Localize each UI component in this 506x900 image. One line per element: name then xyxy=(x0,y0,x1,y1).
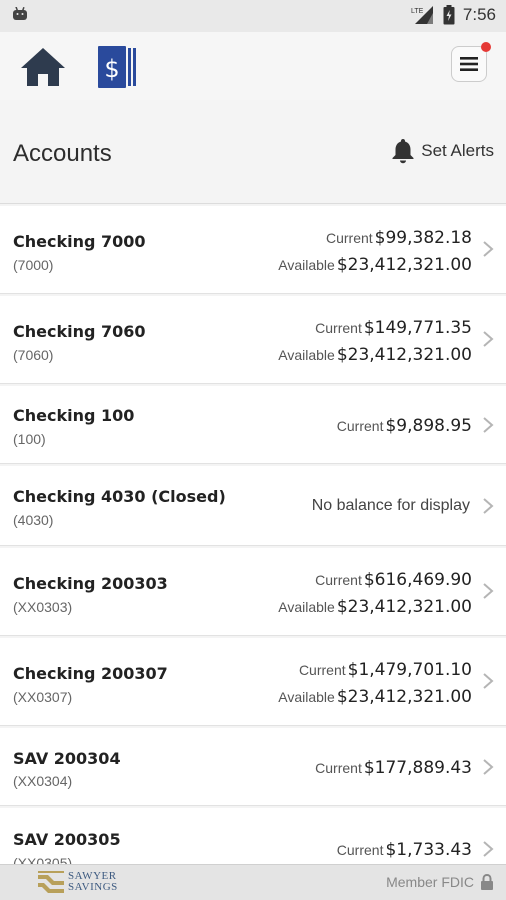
battery-icon xyxy=(443,5,455,25)
account-name: SAV 200304 xyxy=(13,749,121,768)
account-number: (XX0305) xyxy=(13,855,73,864)
current-balance: Current $9,898.95 xyxy=(336,416,472,436)
account-name: Checking 7000 xyxy=(13,232,146,251)
current-balance: Current $1,733.43 xyxy=(336,840,472,860)
account-name: Checking 100 xyxy=(13,406,135,425)
chevron-right-icon xyxy=(483,841,494,857)
svg-text:LTE: LTE xyxy=(411,8,424,15)
set-alerts-button[interactable]: Set Alerts xyxy=(391,138,494,164)
chevron-right-icon xyxy=(483,759,494,775)
current-balance: Current $1,479,701.10 xyxy=(298,660,472,680)
menu-button[interactable] xyxy=(451,42,491,82)
status-bar: LTE 7:56 xyxy=(0,0,506,32)
account-row[interactable]: Checking 4030 (Closed) (4030) No balance… xyxy=(0,466,506,546)
current-balance: Current $99,382.18 xyxy=(325,228,472,248)
account-number: (100) xyxy=(13,431,46,447)
chevron-right-icon xyxy=(483,498,494,514)
available-balance: Available $23,412,321.00 xyxy=(278,345,472,365)
current-balance: Current $177,889.43 xyxy=(315,758,472,778)
member-fdic: Member FDIC xyxy=(386,874,494,890)
account-row[interactable]: Checking 200307 (XX0307) Current $1,479,… xyxy=(0,638,506,726)
account-number: (7000) xyxy=(13,257,54,273)
current-balance: Current $149,771.35 xyxy=(315,318,472,338)
sawyer-savings-logo: SAWYER SAVINGS xyxy=(38,871,118,893)
lock-icon xyxy=(481,874,493,890)
chevron-right-icon xyxy=(483,673,494,689)
account-row[interactable]: SAV 200304 (XX0304) Current $177,889.43 xyxy=(0,728,506,806)
account-row[interactable]: SAV 200305 (XX0305) Current $1,733.43 xyxy=(0,808,506,864)
notification-badge xyxy=(481,42,491,52)
account-name: SAV 200305 xyxy=(13,830,121,849)
account-name: Checking 200303 xyxy=(13,574,168,593)
current-balance: Current $616,469.90 xyxy=(315,570,472,590)
top-nav: $ xyxy=(0,32,506,100)
account-number: (XX0307) xyxy=(13,689,73,705)
bell-icon xyxy=(392,139,414,164)
chevron-right-icon xyxy=(483,583,494,599)
home-icon[interactable] xyxy=(20,46,66,88)
account-number: (XX0304) xyxy=(13,773,73,789)
android-icon xyxy=(13,7,27,20)
member-fdic-label: Member FDIC xyxy=(386,874,474,890)
page-title: Accounts xyxy=(13,140,112,167)
account-number: (XX0303) xyxy=(13,599,73,615)
account-number: (7060) xyxy=(13,347,54,363)
account-name: Checking 7060 xyxy=(13,322,146,341)
clock: 7:56 xyxy=(462,5,496,24)
no-balance-text: No balance for display xyxy=(311,497,470,514)
available-balance: Available $23,412,321.00 xyxy=(278,597,472,617)
available-balance: Available $23,412,321.00 xyxy=(278,255,472,275)
account-name: Checking 200307 xyxy=(13,664,168,683)
accounts-header: Accounts Set Alerts xyxy=(0,100,506,204)
available-balance: Available $23,412,321.00 xyxy=(278,687,472,707)
footer: SAWYER SAVINGS Member FDIC xyxy=(0,864,506,900)
chevron-right-icon xyxy=(483,417,494,433)
chevron-right-icon xyxy=(483,331,494,347)
account-number: (4030) xyxy=(13,512,54,528)
account-row[interactable]: Checking 100 (100) Current $9,898.95 xyxy=(0,386,506,464)
accounts-dollar-icon[interactable]: $ xyxy=(98,46,136,88)
account-row[interactable]: Checking 7000 (7000) Current $99,382.18 … xyxy=(0,206,506,294)
logo-mark-icon xyxy=(38,871,64,893)
account-name: Checking 4030 (Closed) xyxy=(13,487,226,506)
account-row[interactable]: Checking 7060 (7060) Current $149,771.35… xyxy=(0,296,506,384)
chevron-right-icon xyxy=(483,241,494,257)
accounts-list: Checking 7000 (7000) Current $99,382.18 … xyxy=(0,206,506,864)
svg-text:$: $ xyxy=(104,55,119,83)
signal-icon: LTE xyxy=(411,6,433,24)
set-alerts-label: Set Alerts xyxy=(421,141,494,160)
account-row[interactable]: Checking 200303 (XX0303) Current $616,46… xyxy=(0,548,506,636)
hamburger-icon xyxy=(460,57,478,71)
